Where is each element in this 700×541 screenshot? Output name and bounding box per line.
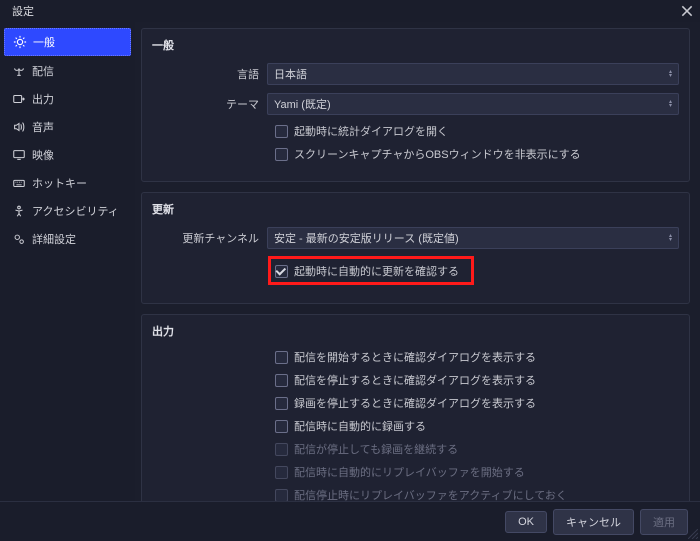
checkbox-icon[interactable]	[275, 125, 288, 138]
checkbox-auto-check-update[interactable]: 起動時に自動的に更新を確認する	[275, 263, 459, 279]
sidebar-item-label: 音声	[32, 119, 54, 135]
checkbox-label: 配信を停止するときに確認ダイアログを表示する	[294, 372, 536, 388]
checkbox-hide-from-capture[interactable]: スクリーンキャプチャからOBSウィンドウを非表示にする	[275, 146, 679, 162]
cancel-button[interactable]: キャンセル	[553, 509, 634, 535]
language-label: 言語	[152, 66, 267, 82]
checkbox-label: 配信時に自動的にリプレイバッファを開始する	[294, 464, 525, 480]
checkbox-icon	[275, 489, 288, 502]
theme-value: Yami (既定)	[274, 96, 331, 112]
update-channel-label: 更新チャンネル	[152, 230, 267, 246]
checkbox-label: 配信停止時にリプレイバッファをアクティブにしておく	[294, 487, 567, 501]
sidebar-item-accessibility[interactable]: アクセシビリティ	[4, 198, 131, 224]
language-select[interactable]: 日本語 ▴▾	[267, 63, 679, 85]
keyboard-icon	[12, 176, 26, 190]
section-general: 一般 言語 日本語 ▴▾ テーマ Yami (既定)	[141, 28, 690, 182]
updown-icon: ▴▾	[669, 100, 672, 108]
checkbox-label: スクリーンキャプチャからOBSウィンドウを非表示にする	[294, 146, 581, 162]
sidebar-item-output[interactable]: 出力	[4, 86, 131, 112]
checkbox-label: 配信を開始するときに確認ダイアログを表示する	[294, 349, 536, 365]
checkbox-icon[interactable]	[275, 351, 288, 364]
checkbox-icon	[275, 443, 288, 456]
resize-grip-icon[interactable]	[688, 529, 698, 539]
checkbox-icon[interactable]	[275, 148, 288, 161]
sidebar-item-advanced[interactable]: 詳細設定	[4, 226, 131, 252]
checkbox-icon[interactable]	[275, 397, 288, 410]
update-channel-select[interactable]: 安定 - 最新の安定版リリース (既定値) ▴▾	[267, 227, 679, 249]
updown-icon: ▴▾	[669, 234, 672, 242]
window-title: 設定	[12, 3, 34, 19]
theme-select[interactable]: Yami (既定) ▴▾	[267, 93, 679, 115]
sidebar-item-label: ホットキー	[32, 175, 87, 191]
sidebar: 一般 配信 出力 音声 映像 ホットキー	[0, 22, 135, 501]
section-title: 一般	[152, 37, 679, 53]
close-icon[interactable]	[680, 4, 694, 18]
checkbox-keep-replay-on-stop: 配信停止時にリプレイバッファをアクティブにしておく	[275, 487, 679, 501]
sidebar-item-label: 映像	[32, 147, 54, 163]
section-update: 更新 更新チャンネル 安定 - 最新の安定版リリース (既定値) ▴▾ 起動時に…	[141, 192, 690, 304]
sidebar-item-label: 詳細設定	[32, 231, 76, 247]
person-icon	[12, 204, 26, 218]
checkbox-confirm-stop-record[interactable]: 録画を停止するときに確認ダイアログを表示する	[275, 395, 679, 411]
checkbox-label: 配信時に自動的に録画する	[294, 418, 426, 434]
speaker-icon	[12, 120, 26, 134]
gear-icon	[13, 35, 27, 49]
antenna-icon	[12, 64, 26, 78]
sidebar-item-audio[interactable]: 音声	[4, 114, 131, 140]
ok-button[interactable]: OK	[505, 511, 547, 533]
checkbox-auto-replay-buffer: 配信時に自動的にリプレイバッファを開始する	[275, 464, 679, 480]
updown-icon: ▴▾	[669, 70, 672, 78]
checkbox-label: 起動時に自動的に更新を確認する	[294, 263, 459, 279]
checkbox-open-stats[interactable]: 起動時に統計ダイアログを開く	[275, 123, 679, 139]
title-bar: 設定	[0, 0, 700, 22]
checkbox-confirm-stop-stream[interactable]: 配信を停止するときに確認ダイアログを表示する	[275, 372, 679, 388]
checkbox-icon[interactable]	[275, 420, 288, 433]
sidebar-item-label: 出力	[32, 91, 54, 107]
output-icon	[12, 92, 26, 106]
dialog-footer: OK キャンセル 適用	[0, 501, 700, 541]
sidebar-item-general[interactable]: 一般	[4, 28, 131, 56]
apply-button: 適用	[640, 509, 688, 535]
sidebar-item-hotkeys[interactable]: ホットキー	[4, 170, 131, 196]
checkbox-icon[interactable]	[275, 265, 288, 278]
language-value: 日本語	[274, 66, 307, 82]
checkbox-confirm-start-stream[interactable]: 配信を開始するときに確認ダイアログを表示する	[275, 349, 679, 365]
checkbox-auto-record[interactable]: 配信時に自動的に録画する	[275, 418, 679, 434]
checkbox-label: 録画を停止するときに確認ダイアログを表示する	[294, 395, 536, 411]
sidebar-item-label: 一般	[33, 34, 55, 50]
highlight-auto-update: 起動時に自動的に更新を確認する	[268, 256, 474, 285]
gears-icon	[12, 232, 26, 246]
checkbox-icon[interactable]	[275, 374, 288, 387]
section-title: 更新	[152, 201, 679, 217]
settings-content[interactable]: 一般 言語 日本語 ▴▾ テーマ Yami (既定)	[135, 22, 700, 501]
sidebar-item-label: アクセシビリティ	[32, 203, 119, 219]
update-channel-value: 安定 - 最新の安定版リリース (既定値)	[274, 230, 459, 246]
sidebar-item-stream[interactable]: 配信	[4, 58, 131, 84]
sidebar-item-video[interactable]: 映像	[4, 142, 131, 168]
checkbox-icon	[275, 466, 288, 479]
theme-label: テーマ	[152, 96, 267, 112]
checkbox-label: 起動時に統計ダイアログを開く	[294, 123, 448, 139]
monitor-icon	[12, 148, 26, 162]
section-title: 出力	[152, 323, 679, 339]
section-output: 出力 配信を開始するときに確認ダイアログを表示する 配信を停止するときに確認ダイ…	[141, 314, 690, 501]
checkbox-label: 配信が停止しても録画を継続する	[294, 441, 458, 457]
checkbox-keep-record-on-stop: 配信が停止しても録画を継続する	[275, 441, 679, 457]
sidebar-item-label: 配信	[32, 63, 54, 79]
